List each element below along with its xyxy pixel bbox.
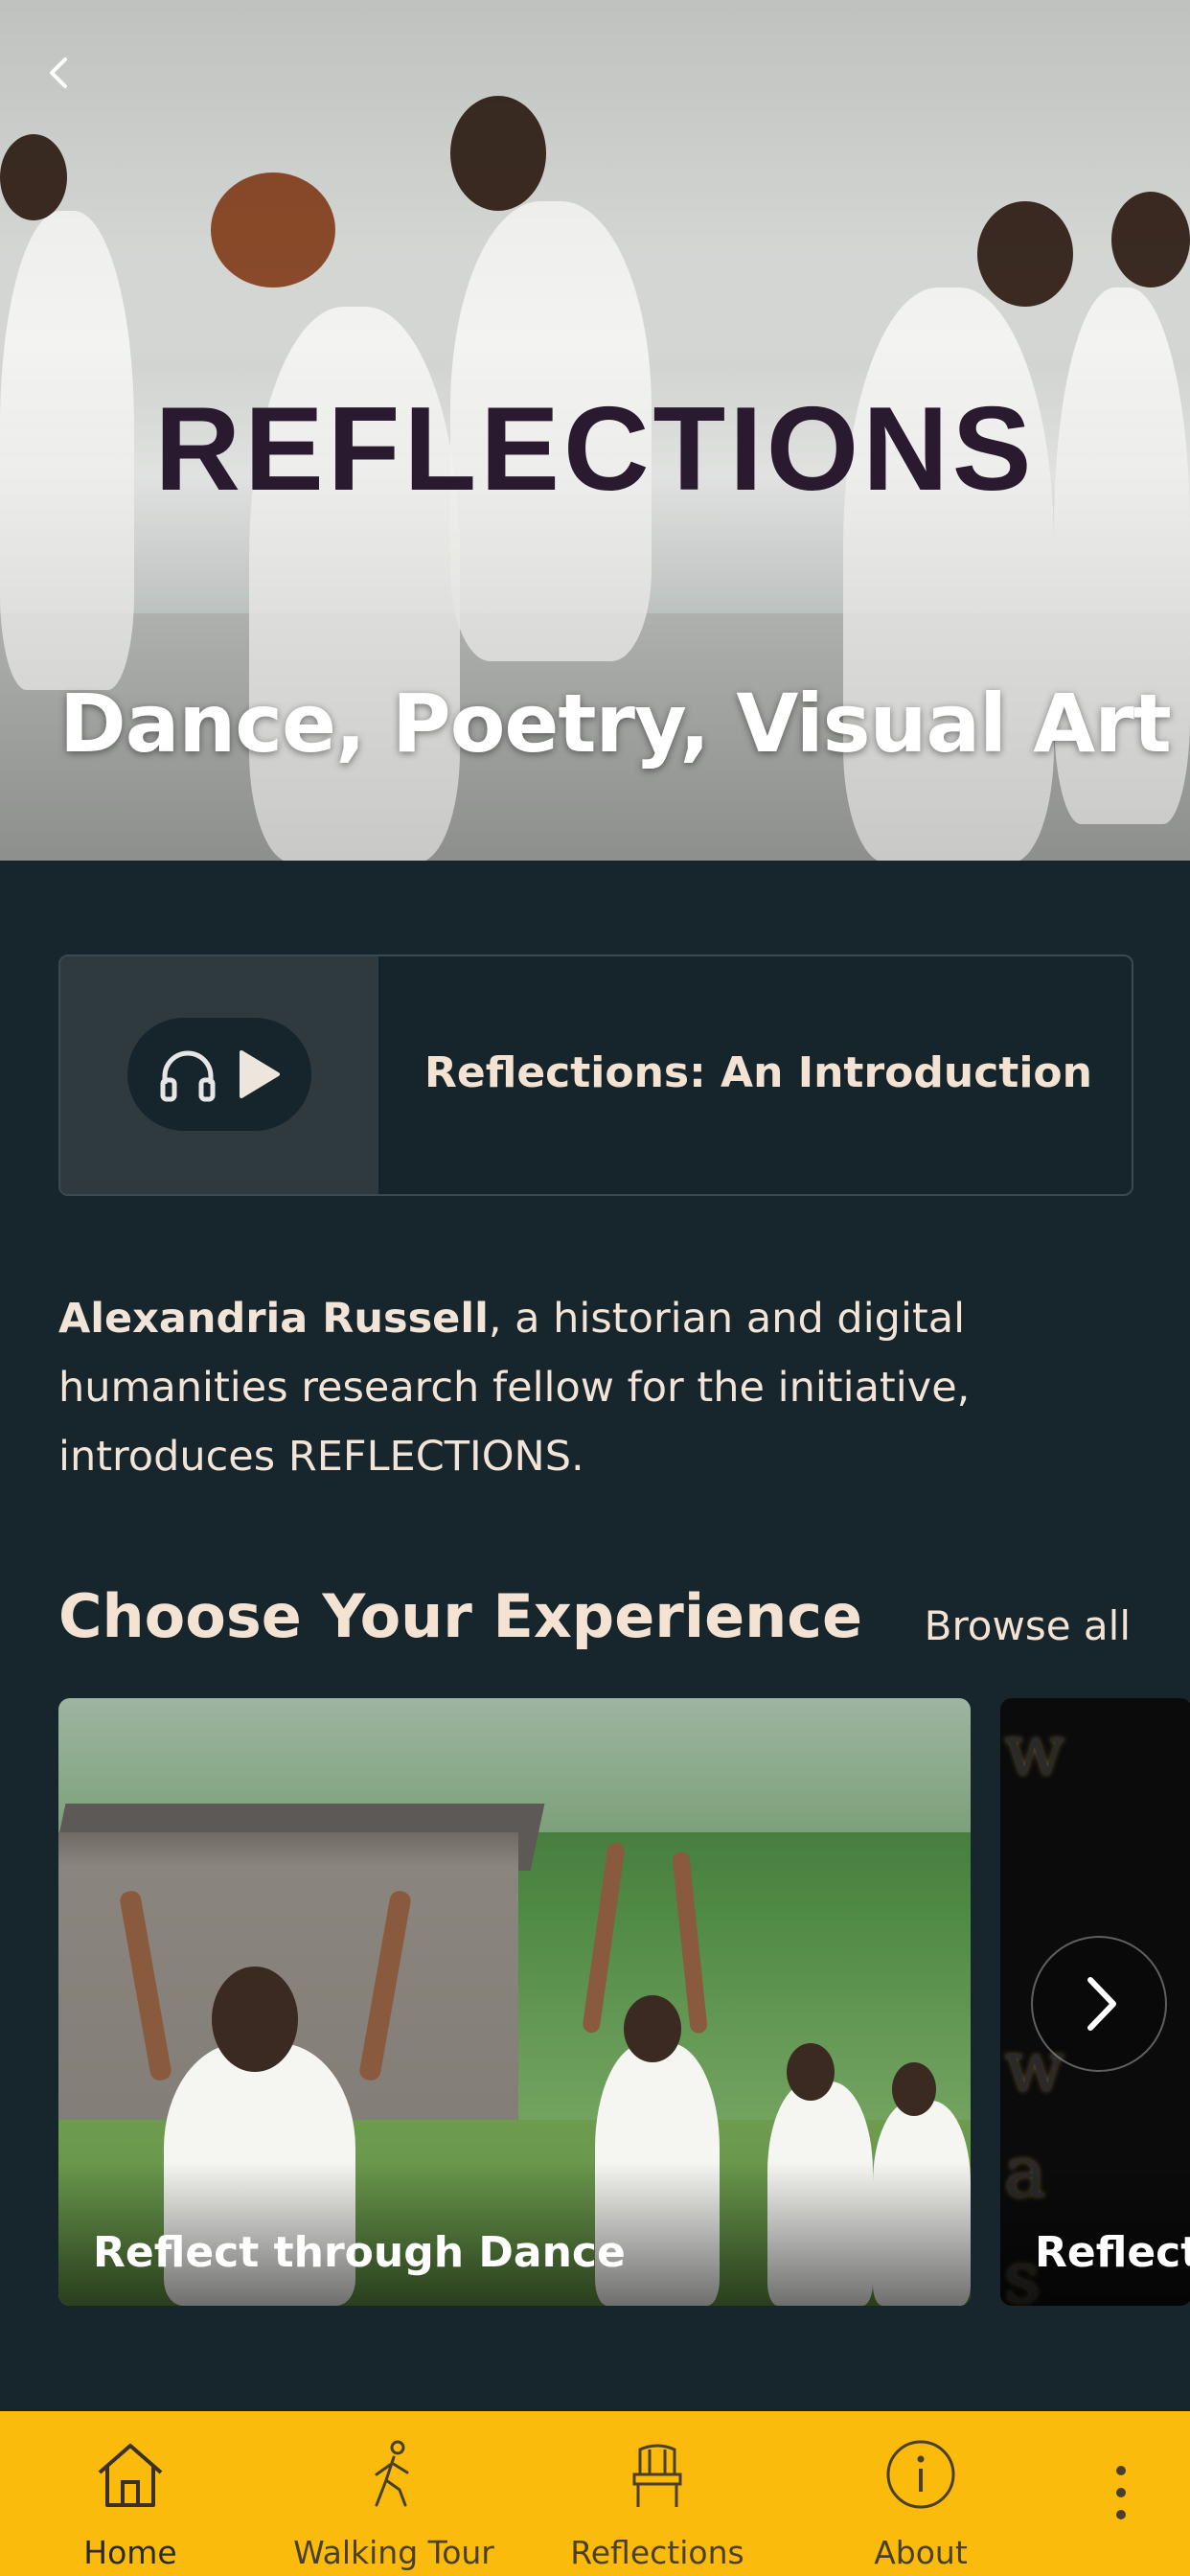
home-icon [98, 2444, 163, 2507]
card-dancer-head [624, 1995, 681, 2062]
section-heading: Choose Your Experience [58, 1581, 863, 1651]
author-name: Alexandria Russell [58, 1295, 489, 1343]
headphones-icon [160, 1050, 216, 1102]
info-icon [886, 2440, 955, 2509]
bottom-tab-bar: Home Walking Tour Reflections About [0, 2411, 1190, 2576]
tab-label: Walking Tour [293, 2534, 494, 2571]
card-dancer-arm [672, 1851, 708, 2035]
audio-thumbnail [60, 956, 378, 1194]
audio-intro-card[interactable]: Reflections: An Introduction [58, 954, 1133, 1196]
card-dancer-head [787, 2043, 835, 2101]
tab-about[interactable]: About [806, 2411, 1036, 2576]
card-label: Reflect [1035, 2228, 1190, 2277]
play-icon [240, 1050, 280, 1098]
hero-banner: REFLECTIONS Dance, Poetry, Visual Art [0, 0, 1190, 861]
browse-all-link[interactable]: Browse all [925, 1602, 1131, 1649]
experience-card-dance[interactable]: Reflect through Dance [58, 1698, 971, 2306]
card-dancer-arm [582, 1841, 626, 2035]
page-title: Dance, Poetry, Visual Art [59, 677, 1172, 770]
more-options-button[interactable] [1102, 2459, 1140, 2526]
card-label: Reflect through Dance [93, 2228, 626, 2277]
audio-play-pill[interactable] [127, 1018, 311, 1131]
tab-label: Reflections [570, 2534, 744, 2571]
chair-icon [632, 2444, 682, 2507]
chevron-right-icon [1087, 1977, 1116, 2031]
walking-icon [375, 2440, 409, 2507]
card-dancer-head [212, 1966, 298, 2072]
more-vertical-icon [1116, 2466, 1126, 2519]
tab-home[interactable]: Home [15, 2411, 245, 2576]
chevron-left-icon [50, 58, 67, 88]
carousel-next-button[interactable] [1031, 1936, 1167, 2072]
tab-label: Home [83, 2534, 177, 2571]
card-dancer-head [892, 2062, 936, 2116]
tab-label: About [874, 2534, 968, 2571]
reflections-logo: REFLECTIONS [154, 383, 1036, 516]
back-button[interactable] [38, 52, 80, 94]
tab-reflections[interactable]: Reflections [542, 2411, 772, 2576]
intro-paragraph: Alexandria Russell, a historian and digi… [58, 1284, 1093, 1491]
tab-walking-tour[interactable]: Walking Tour [279, 2411, 509, 2576]
audio-title: Reflections: An Introduction [424, 1048, 1092, 1097]
